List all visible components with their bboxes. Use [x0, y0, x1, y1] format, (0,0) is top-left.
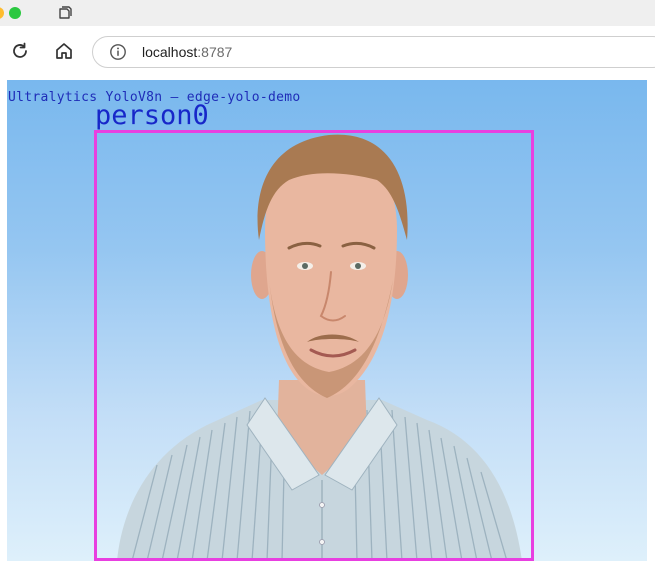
home-button[interactable] — [52, 39, 76, 63]
browser-toolbar: localhost:8787 — [0, 26, 655, 77]
person-bounding-box — [94, 130, 534, 561]
maximize-window-button[interactable] — [9, 7, 21, 19]
tab-icon[interactable] — [56, 4, 74, 22]
reload-icon — [13, 42, 27, 58]
url-text[interactable]: localhost:8787 — [142, 43, 232, 61]
browser-chrome: localhost:8787 — [0, 0, 655, 77]
info-icon[interactable] — [109, 43, 127, 61]
url-port: :8787 — [197, 44, 233, 60]
minimize-window-button[interactable] — [0, 7, 4, 19]
page-content: Ultralytics YoloV8n — edge-yolo-demo per… — [0, 76, 655, 571]
bounding-box-label: person0 — [95, 100, 209, 131]
home-icon — [56, 43, 72, 59]
tab-strip — [0, 0, 655, 26]
address-bar[interactable]: localhost:8787 — [92, 36, 655, 68]
reload-button[interactable] — [8, 39, 32, 63]
video-frame: Ultralytics YoloV8n — edge-yolo-demo per… — [7, 80, 647, 561]
url-host: localhost — [142, 44, 198, 60]
